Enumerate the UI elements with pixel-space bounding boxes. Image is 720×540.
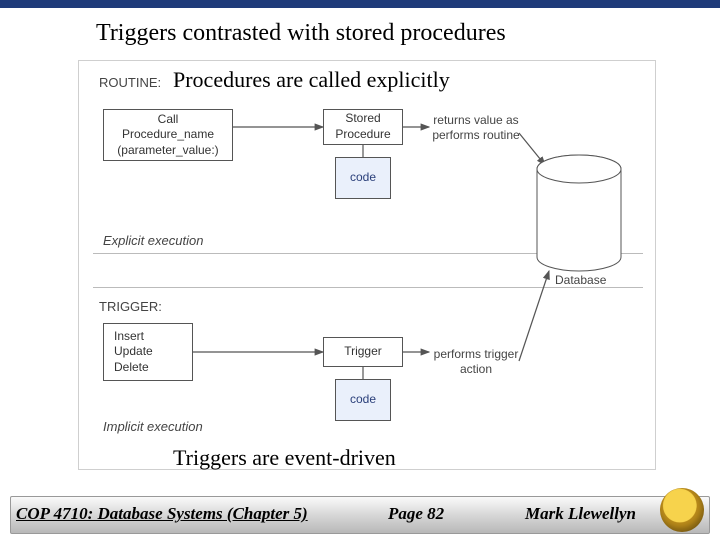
diagram-panel: Procedures are called explicitly ROUTINE… [78,60,656,470]
ucf-logo-icon [660,488,704,532]
box-call-procedure: Call Procedure_name (parameter_value:) [103,109,233,161]
box-stored-procedure: Stored Procedure [323,109,403,145]
divider-2 [93,287,643,288]
footer-author: Mark Llewellyn [525,504,636,524]
call-line-2: Procedure_name [122,127,214,143]
label-returns: returns value as performs routine [431,113,521,143]
subtitle-procedures: Procedures are called explicitly [173,67,450,93]
divider-1 [93,253,643,254]
label-implicit: Implicit execution [103,419,203,434]
label-explicit: Explicit execution [103,233,203,248]
label-performs: performs trigger action [431,347,521,377]
footer-page: Page 82 [388,504,444,524]
call-line-3: (parameter_value:) [117,143,218,159]
box-iud: Insert Update Delete [103,323,193,381]
iud-update: Update [114,344,153,360]
subtitle-triggers: Triggers are event-driven [173,445,396,471]
page-title: Triggers contrasted with stored procedur… [0,8,720,47]
footer-course: COP 4710: Database Systems (Chapter 5) [16,504,308,524]
box-trigger: Trigger [323,337,403,367]
label-routine: ROUTINE: [99,75,161,90]
iud-insert: Insert [114,329,144,345]
box-code-routine: code [335,157,391,199]
iud-delete: Delete [114,360,149,376]
footer: COP 4710: Database Systems (Chapter 5) P… [10,486,710,534]
top-accent-bar [0,0,720,8]
label-trigger: TRIGGER: [99,299,162,314]
call-line-1: Call [158,112,179,128]
label-database: Database [555,273,606,287]
box-code-trigger: code [335,379,391,421]
